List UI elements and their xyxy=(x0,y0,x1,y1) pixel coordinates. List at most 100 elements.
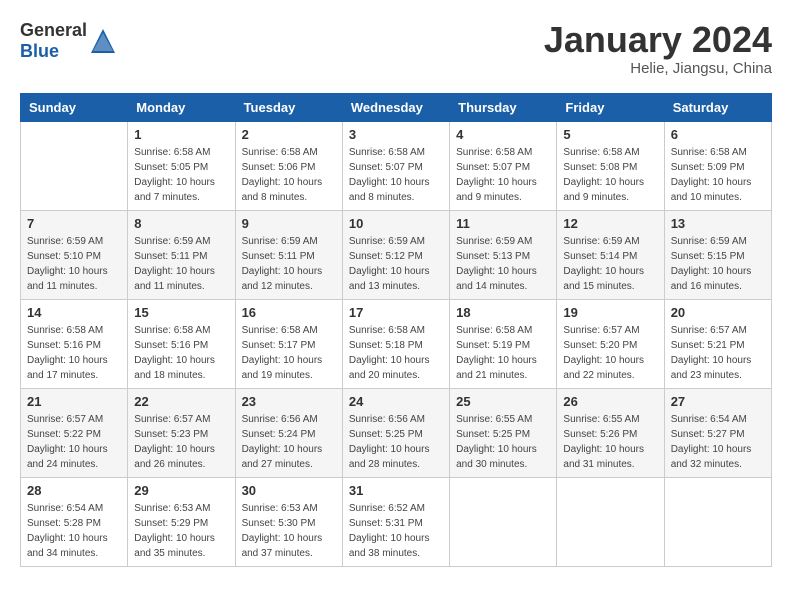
day-number: 4 xyxy=(456,127,550,142)
calendar-cell: 6Sunrise: 6:58 AMSunset: 5:09 PMDaylight… xyxy=(664,121,771,210)
calendar-cell: 26Sunrise: 6:55 AMSunset: 5:26 PMDayligh… xyxy=(557,388,664,477)
calendar-cell: 29 Sunrise: 6:53 AMSunset: 5:29 PMDayligh… xyxy=(128,477,235,566)
logo-general: General xyxy=(20,20,87,40)
day-info: Sunrise: 6:54 AMSunset: 5:28 PMDaylight:… xyxy=(27,501,121,561)
day-number: 27 xyxy=(671,394,765,409)
day-info: Sunrise: 6:59 AMSunset: 5:11 PMDaylight:… xyxy=(134,234,228,294)
calendar-cell: 5 Sunrise: 6:58 AMSunset: 5:08 PMDaylight… xyxy=(557,121,664,210)
day-number: 15 xyxy=(134,305,228,320)
weekday-header: Tuesday xyxy=(235,93,342,121)
day-info: Sunrise: 6:59 AMSunset: 5:14 PMDaylight:… xyxy=(563,234,657,294)
day-info: Sunrise: 6:58 AMSunset: 5:07 PMDaylight:… xyxy=(349,145,443,205)
day-number: 6 xyxy=(671,127,765,142)
day-info: Sunrise: 6:59 AMSunset: 5:15 PMDaylight:… xyxy=(671,234,765,294)
month-title: January 2024 xyxy=(544,20,772,60)
day-number: 13 xyxy=(671,216,765,231)
day-info: Sunrise: 6:58 AMSunset: 5:05 PMDaylight:… xyxy=(134,145,228,205)
calendar-week-row: 28 Sunrise: 6:54 AMSunset: 5:28 PMDayligh… xyxy=(21,477,772,566)
day-info: Sunrise: 6:53 AMSunset: 5:30 PMDaylight:… xyxy=(242,501,336,561)
day-number: 5 xyxy=(563,127,657,142)
weekday-header: Thursday xyxy=(450,93,557,121)
day-number: 26 xyxy=(563,394,657,409)
calendar-cell: 24 Sunrise: 6:56 AMSunset: 5:25 PMDayligh… xyxy=(342,388,449,477)
day-number: 16 xyxy=(242,305,336,320)
day-number: 10 xyxy=(349,216,443,231)
day-info: Sunrise: 6:56 AMSunset: 5:25 PMDaylight:… xyxy=(349,412,443,472)
day-info: Sunrise: 6:52 AMSunset: 5:31 PMDaylight:… xyxy=(349,501,443,561)
calendar-cell: 22 Sunrise: 6:57 AMSunset: 5:23 PMDayligh… xyxy=(128,388,235,477)
day-number: 7 xyxy=(27,216,121,231)
day-number: 20 xyxy=(671,305,765,320)
day-info: Sunrise: 6:59 AMSunset: 5:10 PMDaylight:… xyxy=(27,234,121,294)
day-info: Sunrise: 6:56 AMSunset: 5:24 PMDaylight:… xyxy=(242,412,336,472)
calendar-cell xyxy=(21,121,128,210)
day-info: Sunrise: 6:57 AMSunset: 5:20 PMDaylight:… xyxy=(563,323,657,383)
day-info: Sunrise: 6:57 AMSunset: 5:23 PMDaylight:… xyxy=(134,412,228,472)
day-info: Sunrise: 6:57 AMSunset: 5:21 PMDaylight:… xyxy=(671,323,765,383)
day-number: 28 xyxy=(27,483,121,498)
weekday-header: Saturday xyxy=(664,93,771,121)
day-info: Sunrise: 6:58 AMSunset: 5:08 PMDaylight:… xyxy=(563,145,657,205)
calendar-week-row: 1Sunrise: 6:58 AMSunset: 5:05 PMDaylight… xyxy=(21,121,772,210)
day-number: 2 xyxy=(242,127,336,142)
day-info: Sunrise: 6:53 AMSunset: 5:29 PMDaylight:… xyxy=(134,501,228,561)
calendar-table: SundayMondayTuesdayWednesdayThursdayFrid… xyxy=(20,93,772,567)
day-info: Sunrise: 6:58 AMSunset: 5:06 PMDaylight:… xyxy=(242,145,336,205)
calendar-cell: 16 Sunrise: 6:58 AMSunset: 5:17 PMDayligh… xyxy=(235,299,342,388)
calendar-week-row: 7 Sunrise: 6:59 AMSunset: 5:10 PMDaylight… xyxy=(21,210,772,299)
calendar-cell: 30 Sunrise: 6:53 AMSunset: 5:30 PMDayligh… xyxy=(235,477,342,566)
calendar-cell: 7 Sunrise: 6:59 AMSunset: 5:10 PMDaylight… xyxy=(21,210,128,299)
day-number: 24 xyxy=(349,394,443,409)
calendar-cell: 10 Sunrise: 6:59 AMSunset: 5:12 PMDayligh… xyxy=(342,210,449,299)
calendar-cell: 15Sunrise: 6:58 AMSunset: 5:16 PMDayligh… xyxy=(128,299,235,388)
day-number: 29 xyxy=(134,483,228,498)
day-number: 12 xyxy=(563,216,657,231)
day-number: 30 xyxy=(242,483,336,498)
calendar-cell: 21 Sunrise: 6:57 AMSunset: 5:22 PMDayligh… xyxy=(21,388,128,477)
day-info: Sunrise: 6:59 AMSunset: 5:12 PMDaylight:… xyxy=(349,234,443,294)
weekday-header: Wednesday xyxy=(342,93,449,121)
calendar-cell xyxy=(557,477,664,566)
day-info: Sunrise: 6:57 AMSunset: 5:22 PMDaylight:… xyxy=(27,412,121,472)
weekday-header: Monday xyxy=(128,93,235,121)
title-section: January 2024 Helie, Jiangsu, China xyxy=(544,20,772,77)
calendar-cell: 20 Sunrise: 6:57 AMSunset: 5:21 PMDayligh… xyxy=(664,299,771,388)
weekday-header-row: SundayMondayTuesdayWednesdayThursdayFrid… xyxy=(21,93,772,121)
day-number: 22 xyxy=(134,394,228,409)
calendar-cell: 2 Sunrise: 6:58 AMSunset: 5:06 PMDaylight… xyxy=(235,121,342,210)
calendar-cell: 14 Sunrise: 6:58 AMSunset: 5:16 PMDayligh… xyxy=(21,299,128,388)
logo-blue: Blue xyxy=(20,41,59,61)
day-number: 18 xyxy=(456,305,550,320)
calendar-cell: 18 Sunrise: 6:58 AMSunset: 5:19 PMDayligh… xyxy=(450,299,557,388)
calendar-cell: 23 Sunrise: 6:56 AMSunset: 5:24 PMDayligh… xyxy=(235,388,342,477)
day-info: Sunrise: 6:55 AMSunset: 5:25 PMDaylight:… xyxy=(456,412,550,472)
day-number: 14 xyxy=(27,305,121,320)
calendar-cell: 31 Sunrise: 6:52 AMSunset: 5:31 PMDayligh… xyxy=(342,477,449,566)
day-info: Sunrise: 6:58 AMSunset: 5:07 PMDaylight:… xyxy=(456,145,550,205)
day-info: Sunrise: 6:54 AMSunset: 5:27 PMDaylight:… xyxy=(671,412,765,472)
day-number: 23 xyxy=(242,394,336,409)
calendar-week-row: 21 Sunrise: 6:57 AMSunset: 5:22 PMDayligh… xyxy=(21,388,772,477)
day-info: Sunrise: 6:58 AMSunset: 5:17 PMDaylight:… xyxy=(242,323,336,383)
calendar-cell: 8Sunrise: 6:59 AMSunset: 5:11 PMDaylight… xyxy=(128,210,235,299)
day-number: 31 xyxy=(349,483,443,498)
calendar-cell xyxy=(664,477,771,566)
logo-text: General Blue xyxy=(20,20,87,62)
location-subtitle: Helie, Jiangsu, China xyxy=(544,60,772,77)
calendar-cell: 28 Sunrise: 6:54 AMSunset: 5:28 PMDayligh… xyxy=(21,477,128,566)
day-info: Sunrise: 6:58 AMSunset: 5:18 PMDaylight:… xyxy=(349,323,443,383)
day-number: 25 xyxy=(456,394,550,409)
logo: General Blue xyxy=(20,20,117,62)
day-number: 11 xyxy=(456,216,550,231)
day-info: Sunrise: 6:58 AMSunset: 5:16 PMDaylight:… xyxy=(27,323,121,383)
day-number: 21 xyxy=(27,394,121,409)
calendar-cell: 13 Sunrise: 6:59 AMSunset: 5:15 PMDayligh… xyxy=(664,210,771,299)
weekday-header: Friday xyxy=(557,93,664,121)
day-info: Sunrise: 6:58 AMSunset: 5:19 PMDaylight:… xyxy=(456,323,550,383)
day-number: 19 xyxy=(563,305,657,320)
calendar-cell xyxy=(450,477,557,566)
day-number: 17 xyxy=(349,305,443,320)
calendar-cell: 12 Sunrise: 6:59 AMSunset: 5:14 PMDayligh… xyxy=(557,210,664,299)
calendar-cell: 17 Sunrise: 6:58 AMSunset: 5:18 PMDayligh… xyxy=(342,299,449,388)
day-number: 3 xyxy=(349,127,443,142)
